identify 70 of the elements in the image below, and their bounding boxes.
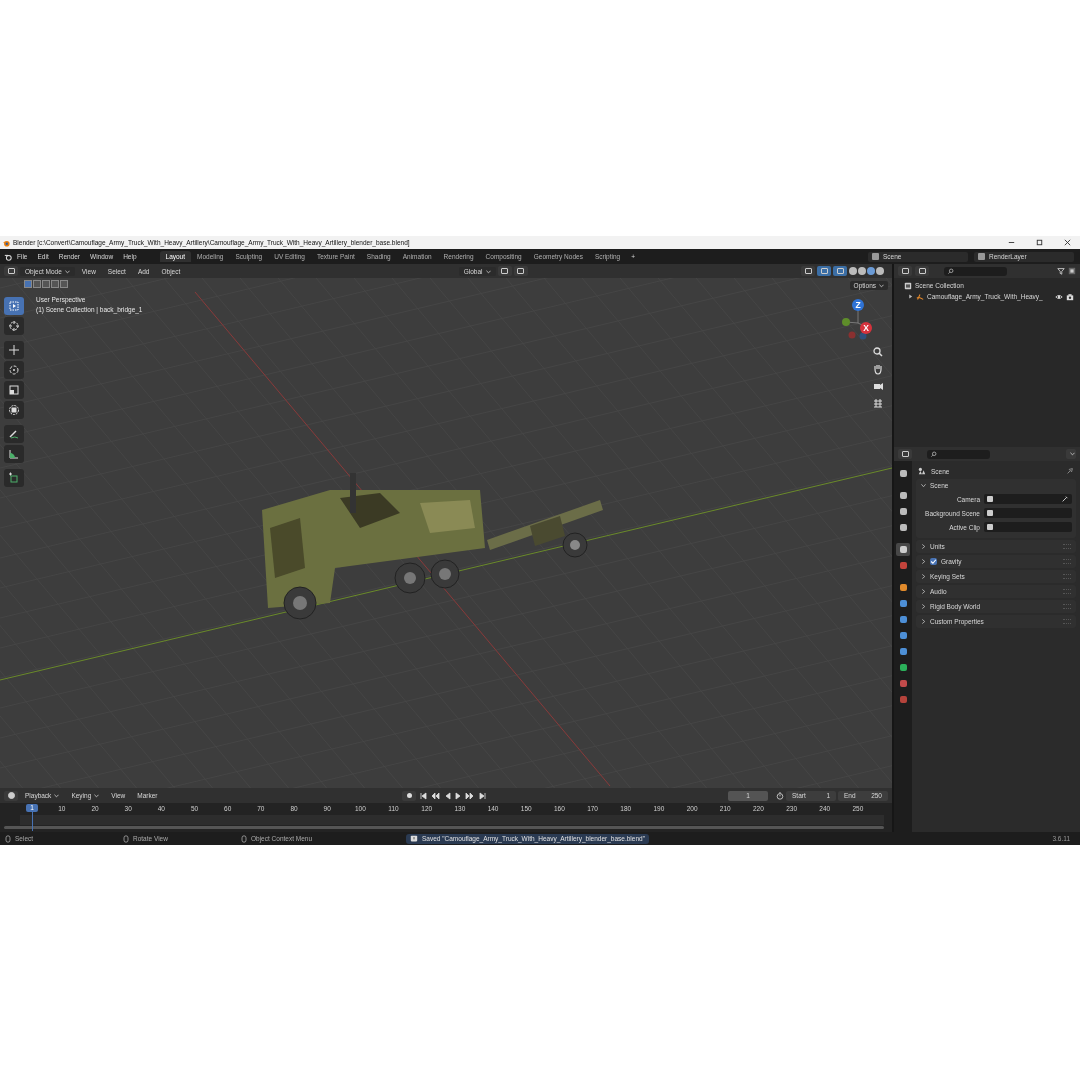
gizmo-toggle[interactable] — [817, 266, 831, 276]
collection-icon — [904, 281, 912, 290]
cursor-icon — [8, 320, 20, 332]
options-button[interactable] — [1066, 449, 1076, 459]
camera-field[interactable] — [984, 494, 1072, 504]
mouse-icon — [240, 834, 248, 843]
hand-icon[interactable] — [872, 363, 884, 375]
tool-button[interactable] — [4, 361, 24, 379]
blender-logo-icon[interactable] — [4, 252, 12, 261]
maximize-icon[interactable] — [1035, 238, 1044, 247]
overlay-toggle[interactable] — [833, 266, 847, 276]
select-mode-buttons[interactable] — [24, 280, 68, 288]
playback-controls-icon[interactable] — [418, 790, 489, 801]
caret-icon — [94, 794, 100, 798]
editor-type-button[interactable] — [898, 266, 912, 276]
mouse-icon — [4, 834, 12, 843]
visibility-button[interactable] — [801, 266, 815, 276]
display-mode-button[interactable] — [915, 266, 929, 276]
record-button[interactable] — [402, 790, 417, 801]
proportional-button[interactable] — [513, 266, 528, 276]
pencil-icon — [8, 428, 20, 440]
camera-icon[interactable] — [872, 380, 884, 392]
blender-logo-icon — [2, 238, 10, 247]
stopwatch-icon[interactable] — [776, 791, 784, 800]
tool-button[interactable] — [4, 425, 24, 443]
move-icon — [8, 344, 20, 356]
eye-icon[interactable] — [1055, 292, 1063, 301]
rotate-icon — [8, 364, 20, 376]
caret-icon — [485, 269, 491, 274]
editor-type-button[interactable] — [898, 449, 912, 459]
filter-icon[interactable] — [1057, 267, 1065, 275]
caret-icon — [879, 284, 884, 288]
grid-icon[interactable] — [872, 397, 884, 409]
camera-icon[interactable] — [1066, 292, 1074, 301]
tool-button[interactable] — [4, 445, 24, 463]
properties-tab[interactable] — [896, 543, 910, 556]
tool-button[interactable] — [4, 317, 24, 335]
search-field[interactable] — [927, 449, 990, 459]
editor-type-button[interactable] — [4, 790, 18, 801]
search-icon — [947, 267, 954, 275]
checkbox[interactable] — [930, 558, 937, 565]
info-icon — [410, 834, 418, 843]
select-box-icon — [8, 300, 20, 312]
scene-field[interactable] — [984, 508, 1072, 518]
empty-axes-icon — [916, 292, 924, 301]
editor-type-button[interactable] — [4, 266, 18, 276]
expand-arrow-icon[interactable] — [908, 294, 913, 299]
ruler-icon — [8, 448, 20, 460]
tool-button[interactable] — [4, 381, 24, 399]
scene-icon — [918, 467, 926, 475]
zoom-icon[interactable] — [872, 346, 884, 358]
caret-icon — [64, 269, 70, 274]
scrollbar[interactable] — [4, 826, 884, 829]
scale-icon — [8, 384, 20, 396]
clip-field[interactable] — [984, 522, 1072, 532]
shading-buttons[interactable] — [849, 267, 884, 275]
eyedropper-icon[interactable] — [1061, 495, 1069, 503]
new-collection-icon[interactable] — [1068, 267, 1076, 275]
search-field[interactable] — [944, 266, 1007, 276]
transform-icon — [8, 404, 20, 416]
cube-icon — [8, 472, 20, 484]
mouse-icon — [122, 834, 130, 843]
caret-icon — [1070, 452, 1075, 456]
tool-button[interactable] — [4, 401, 24, 419]
snap-button[interactable] — [497, 266, 512, 276]
close-icon[interactable] — [1063, 238, 1072, 247]
caret-icon — [54, 794, 60, 798]
axis-gizmo-drawing: Z X — [838, 298, 878, 348]
pin-icon[interactable] — [1066, 467, 1074, 475]
search-icon — [930, 450, 937, 458]
